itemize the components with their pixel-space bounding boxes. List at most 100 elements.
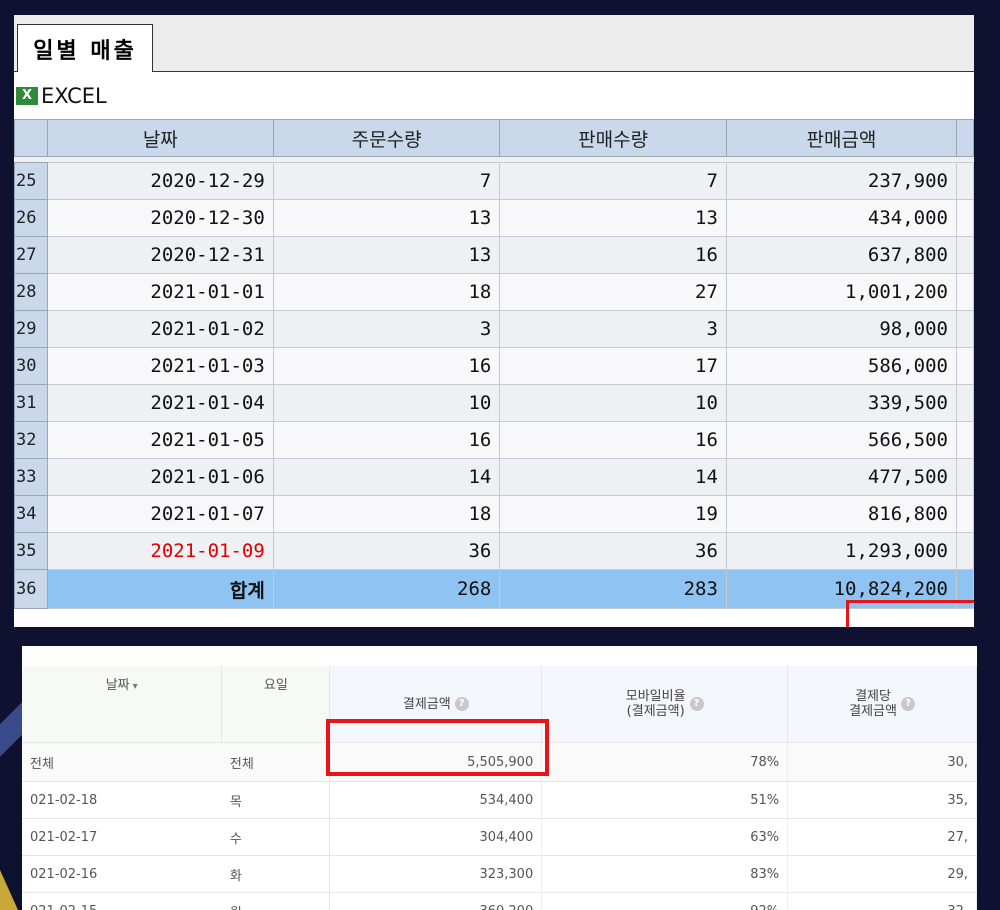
table-row[interactable]: 31 2021-01-04 10 10 339,500 bbox=[14, 384, 974, 422]
cell-per-payment: 35, bbox=[787, 781, 977, 819]
cell-sales-amount: 637,800 bbox=[725, 236, 957, 274]
table-row[interactable]: 30 2021-01-03 16 17 586,000 bbox=[14, 347, 974, 385]
row-number: 30 bbox=[14, 347, 48, 385]
cell-pay-amount: 534,400 bbox=[329, 781, 543, 819]
help-icon[interactable]: ? bbox=[689, 697, 704, 711]
column-header-per-payment: 결제당 결제금액 ? bbox=[787, 666, 977, 743]
cell-sales-amount: 477,500 bbox=[725, 458, 957, 496]
row-number: 33 bbox=[14, 458, 48, 496]
cell-date: 2021-01-06 bbox=[46, 458, 274, 496]
cell-mobile-ratio: 92% bbox=[541, 892, 789, 910]
cell-date: 2021-01-07 bbox=[46, 495, 274, 533]
tab-daily-sales[interactable]: 일별 매출 bbox=[17, 24, 153, 72]
background-accent-corner bbox=[0, 870, 18, 910]
table-row[interactable]: 35 2021-01-09 36 36 1,293,000 bbox=[14, 532, 974, 570]
help-icon[interactable]: ? bbox=[900, 697, 915, 711]
cell-sales-qty: 36 bbox=[499, 532, 727, 570]
table-row[interactable]: 34 2021-01-07 18 19 816,800 bbox=[14, 495, 974, 533]
cell-weekday: 수 bbox=[221, 818, 331, 856]
cell-order-qty: 16 bbox=[272, 421, 501, 459]
cell-date: 2021-01-09 bbox=[46, 532, 274, 570]
table-row[interactable]: 32 2021-01-05 16 16 566,500 bbox=[14, 421, 974, 459]
highlight-box-total-amount bbox=[846, 600, 974, 627]
cell-sales-amount: 566,500 bbox=[725, 421, 957, 459]
cell-weekday: 목 bbox=[221, 781, 331, 819]
total-row[interactable]: 36 합계 268 283 10,824,200 bbox=[14, 569, 974, 609]
cell-mobile-ratio: 83% bbox=[541, 855, 789, 893]
excel-icon[interactable]: X bbox=[16, 86, 38, 105]
table-row[interactable]: 33 2021-01-06 14 14 477,500 bbox=[14, 458, 974, 496]
sort-caret-icon[interactable]: ▾ bbox=[133, 681, 138, 692]
help-icon[interactable]: ? bbox=[454, 697, 469, 711]
cell-per-payment: 32, bbox=[787, 892, 977, 910]
table-row[interactable]: 25 2020-12-29 7 7 237,900 bbox=[14, 162, 974, 200]
total-label: 합계 bbox=[46, 569, 274, 609]
table-row[interactable]: 29 2021-01-02 3 3 98,000 bbox=[14, 310, 974, 348]
column-header-sales-amount[interactable]: 판매금액 bbox=[725, 119, 957, 157]
cell-sales-amount: 1,293,000 bbox=[725, 532, 957, 570]
cell-pay-amount: 304,400 bbox=[329, 818, 543, 856]
column-header-mobile-ratio: 모바일비율 (결제금액) ? bbox=[541, 666, 789, 743]
column-header-date[interactable]: 날짜 ▾ bbox=[22, 666, 223, 743]
daily-sales-grid: 날짜 주문수량 판매수량 판매금액 25 2020-12-29 7 7 237,900 2… bbox=[14, 119, 974, 609]
cell-filler bbox=[955, 458, 974, 496]
cell-per-payment: 29, bbox=[787, 855, 977, 893]
per-payment-label-line1: 결제당 bbox=[855, 689, 891, 704]
row-number: 26 bbox=[14, 199, 48, 237]
cell-date: 2020-12-30 bbox=[46, 199, 274, 237]
cell-date: 2020-12-31 bbox=[46, 236, 274, 274]
cell-filler bbox=[955, 532, 974, 570]
cell-sales-amount: 1,001,200 bbox=[725, 273, 957, 311]
cell-date: 021-02-17 bbox=[22, 818, 222, 856]
cell-filler bbox=[955, 236, 974, 274]
cell-sales-amount: 339,500 bbox=[725, 384, 957, 422]
cell-sales-qty: 3 bbox=[499, 310, 727, 348]
cell-sales-qty: 13 bbox=[499, 199, 727, 237]
cell-sales-qty: 16 bbox=[499, 421, 727, 459]
cell-order-qty: 3 bbox=[272, 310, 501, 348]
cell-weekday: 전체 bbox=[221, 742, 331, 782]
table-row[interactable]: 021-02-17 수 304,400 63% 27, bbox=[22, 818, 977, 856]
cell-filler bbox=[955, 347, 974, 385]
cell-sales-qty: 19 bbox=[499, 495, 727, 533]
cell-filler bbox=[955, 199, 974, 237]
tab-bar: 일별 매출 bbox=[14, 15, 974, 72]
cell-sales-amount: 586,000 bbox=[725, 347, 957, 385]
cell-order-qty: 14 bbox=[272, 458, 501, 496]
cell-mobile-ratio: 51% bbox=[541, 781, 789, 819]
cell-sales-qty: 14 bbox=[499, 458, 727, 496]
table-row[interactable]: 021-02-18 목 534,400 51% 35, bbox=[22, 781, 977, 819]
row-number: 28 bbox=[14, 273, 48, 311]
date-header-label: 날짜 bbox=[105, 678, 130, 693]
cell-sales-amount: 98,000 bbox=[725, 310, 957, 348]
cell-filler bbox=[955, 495, 974, 533]
cell-per-payment: 27, bbox=[787, 818, 977, 856]
row-number: 32 bbox=[14, 421, 48, 459]
row-number-header bbox=[14, 119, 48, 157]
cell-weekday: 월 bbox=[221, 892, 331, 910]
column-header-order-qty[interactable]: 주문수량 bbox=[272, 119, 501, 157]
cell-order-qty: 16 bbox=[272, 347, 501, 385]
column-header-date[interactable]: 날짜 bbox=[46, 119, 274, 157]
table-row[interactable]: 27 2020-12-31 13 16 637,800 bbox=[14, 236, 974, 274]
toolbar: X EXCEL bbox=[14, 72, 974, 119]
table-row[interactable]: 021-02-15월360,20092%32, bbox=[22, 892, 977, 910]
per-payment-label-line2: 결제금액 bbox=[849, 704, 897, 719]
pay-amount-label: 결제금액 bbox=[402, 696, 451, 712]
grid-header-row: 날짜 주문수량 판매수량 판매금액 bbox=[14, 119, 974, 157]
column-header-weekday: 요일 bbox=[221, 666, 331, 743]
cell-sales-qty: 10 bbox=[499, 384, 727, 422]
excel-export-button[interactable]: EXCEL bbox=[41, 84, 107, 108]
cell-filler bbox=[955, 384, 974, 422]
cell-sales-amount: 434,000 bbox=[725, 199, 957, 237]
total-order-qty: 268 bbox=[272, 569, 501, 609]
cell-order-qty: 13 bbox=[272, 199, 501, 237]
mobile-ratio-label-line2: (결제금액) bbox=[626, 704, 685, 719]
cell-filler bbox=[955, 421, 974, 459]
table-row[interactable]: 28 2021-01-01 18 27 1,001,200 bbox=[14, 273, 974, 311]
cell-sales-amount: 237,900 bbox=[725, 162, 957, 200]
table-row[interactable]: 021-02-16 화 323,300 83% 29, bbox=[22, 855, 977, 893]
table-row[interactable]: 26 2020-12-30 13 13 434,000 bbox=[14, 199, 974, 237]
column-header-sales-qty[interactable]: 판매수량 bbox=[499, 119, 727, 157]
payment-stats-panel: 날짜▾ 요일 결제금액? 모바일비율 (결제금액) ? 결제당 결제금액 ? bbox=[22, 646, 977, 910]
